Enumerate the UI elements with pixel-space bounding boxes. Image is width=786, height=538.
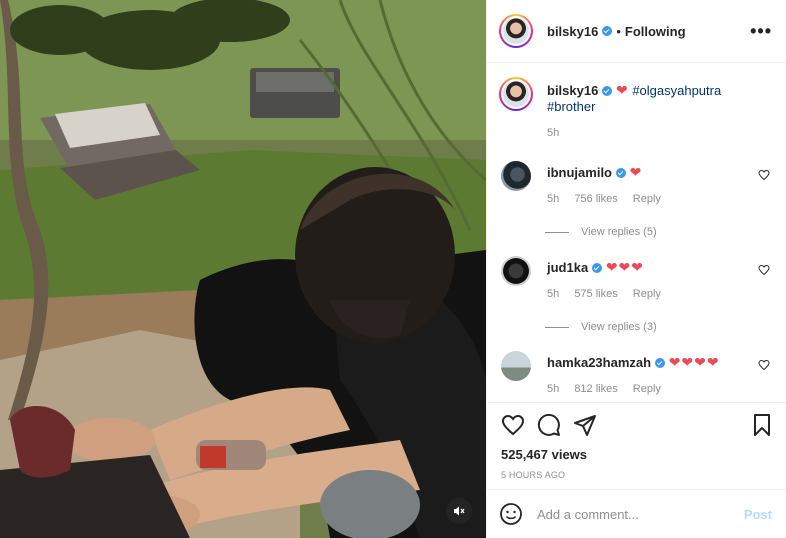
separator-dot: • — [616, 23, 621, 39]
comment-text: ❤ — [629, 164, 643, 180]
verified-badge-icon — [602, 26, 613, 36]
comment-likes[interactable]: 756 likes — [574, 193, 617, 205]
heart-icon[interactable] — [758, 359, 770, 371]
post-video[interactable] — [0, 0, 486, 538]
caption-emoji: ❤ — [615, 82, 629, 98]
caption-avatar[interactable] — [499, 77, 533, 111]
commenter-username[interactable]: ibnujamilo — [547, 165, 612, 180]
caption-time: 5h — [547, 127, 560, 139]
author-username[interactable]: bilsky16 — [547, 24, 598, 39]
verified-badge-icon — [602, 86, 613, 96]
emoji-smiley-icon[interactable] — [499, 502, 523, 526]
bookmark-icon[interactable] — [750, 413, 774, 437]
view-replies-button[interactable]: View replies (3) — [545, 321, 770, 333]
comment-time: 5h — [547, 383, 560, 395]
comment-composer: Post — [487, 489, 786, 538]
replies-divider — [545, 326, 569, 328]
post-caption: bilsky16 ❤ #olgasyahputra #brother 5h — [499, 77, 770, 141]
commenter-avatar[interactable] — [501, 351, 531, 381]
replies-divider — [545, 231, 569, 233]
commenter-username[interactable]: jud1ka — [547, 260, 588, 275]
mute-toggle-button[interactable] — [446, 498, 472, 524]
reply-button[interactable]: Reply — [633, 288, 661, 300]
caption-username[interactable]: bilsky16 — [547, 83, 598, 98]
comment-text: ❤❤❤❤ — [668, 354, 720, 370]
commenter-avatar[interactable] — [501, 161, 531, 191]
paper-plane-icon[interactable] — [573, 413, 597, 437]
commenter-avatar[interactable] — [501, 256, 531, 286]
view-replies-button[interactable]: View replies (5) — [545, 226, 770, 238]
video-frame — [0, 0, 486, 538]
view-count[interactable]: 525,467 views — [501, 447, 774, 462]
comment-likes[interactable]: 812 likes — [574, 383, 617, 395]
comment-bubble-icon[interactable] — [537, 413, 561, 437]
more-options-icon[interactable]: ••• — [750, 22, 772, 40]
comment-item: jud1ka ❤❤❤ 5h 575 likes Reply — [499, 254, 770, 303]
heart-icon[interactable] — [758, 169, 770, 181]
verified-badge-icon — [616, 168, 626, 178]
heart-icon[interactable] — [758, 264, 770, 276]
post-header: bilsky16 • Following ••• — [487, 0, 786, 63]
comment-time: 5h — [547, 288, 560, 300]
comment-input[interactable] — [537, 506, 744, 522]
comment-likes[interactable]: 575 likes — [574, 288, 617, 300]
hashtag-link[interactable]: #brother — [547, 99, 595, 114]
following-button[interactable]: Following — [625, 24, 686, 39]
author-avatar[interactable] — [499, 14, 533, 48]
post-modal: bilsky16 • Following ••• bilsky16 ❤ #olg… — [0, 0, 786, 538]
post-comment-button[interactable]: Post — [744, 507, 772, 522]
post-sidebar: bilsky16 • Following ••• bilsky16 ❤ #olg… — [486, 0, 786, 538]
comments-list[interactable]: bilsky16 ❤ #olgasyahputra #brother 5h ib… — [487, 63, 786, 402]
post-timestamp[interactable]: 5 hours ago — [501, 470, 774, 480]
heart-icon[interactable] — [501, 413, 525, 437]
comment-text: ❤❤❤ — [605, 259, 645, 275]
verified-badge-icon — [655, 358, 666, 368]
view-replies-label: View replies (5) — [581, 226, 657, 238]
hashtag-link[interactable]: #olgasyahputra — [632, 83, 721, 98]
verified-badge-icon — [592, 263, 603, 273]
comment-time: 5h — [547, 193, 560, 205]
commenter-username[interactable]: hamka23hamzah — [547, 355, 651, 370]
view-replies-label: View replies (3) — [581, 321, 657, 333]
volume-muted-icon — [454, 506, 465, 516]
reply-button[interactable]: Reply — [633, 383, 661, 395]
post-actions: 525,467 views 5 hours ago — [487, 402, 786, 489]
comment-item: ibnujamilo ❤ 5h 756 likes Reply — [499, 159, 770, 208]
reply-button[interactable]: Reply — [633, 193, 661, 205]
comment-item: hamka23hamzah ❤❤❤❤ 5h 812 likes Reply — [499, 349, 770, 398]
